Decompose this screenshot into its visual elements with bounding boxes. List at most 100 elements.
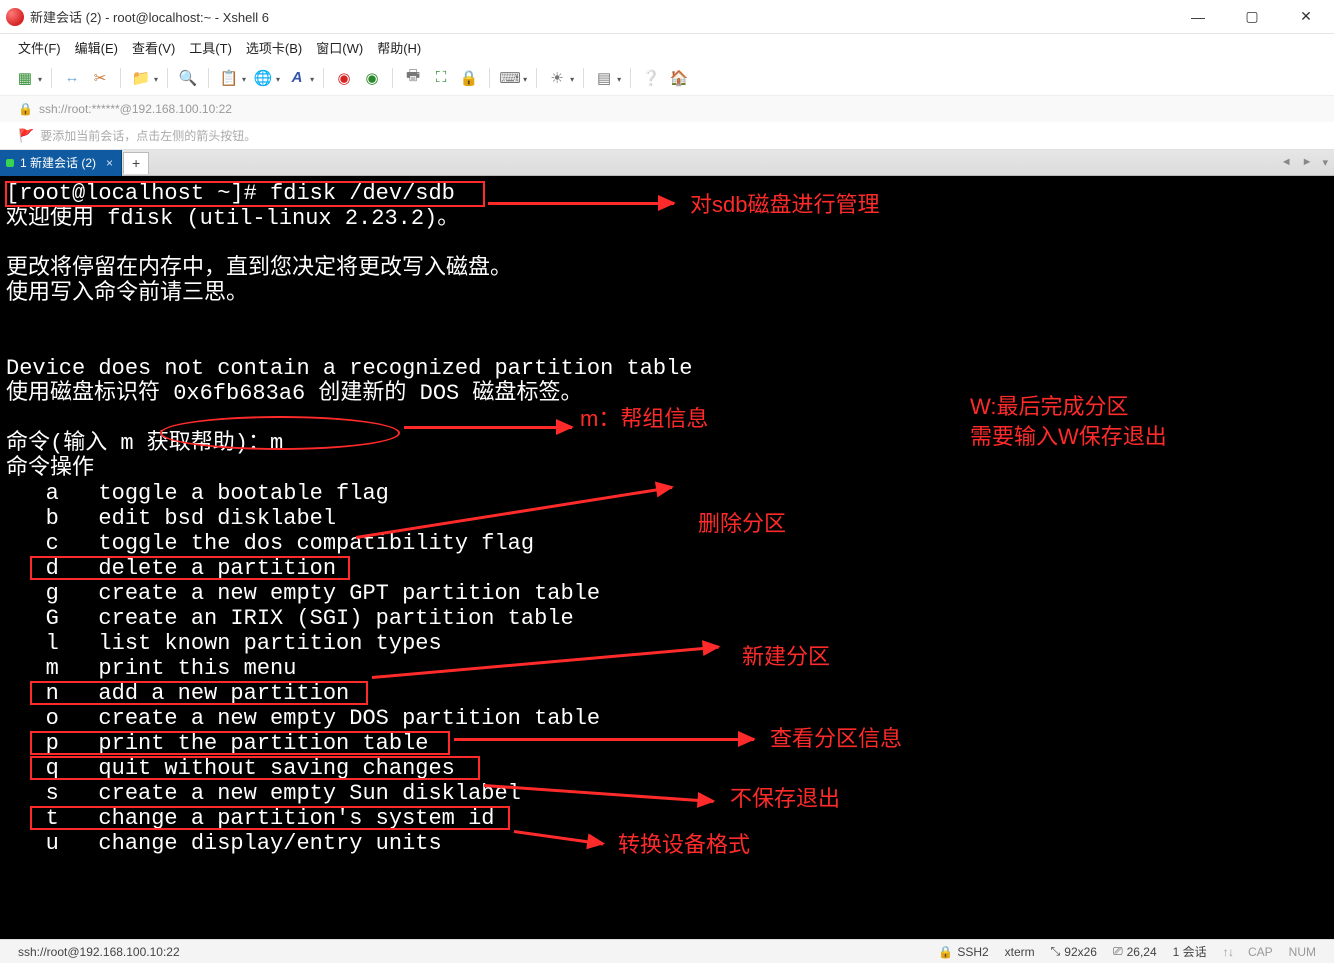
session-tab[interactable]: 1 新建会话 (2) × <box>0 150 122 176</box>
home-icon[interactable]: 🏠 <box>668 67 690 89</box>
resize-icon: ⤡ <box>1051 944 1061 959</box>
app-icon <box>6 8 24 26</box>
tab-close-icon[interactable]: × <box>106 156 113 170</box>
menu-tabs[interactable]: 选项卡(B) <box>246 38 302 57</box>
separator <box>489 68 490 88</box>
status-dot-icon <box>6 159 14 167</box>
separator <box>167 68 168 88</box>
term-line: 命令操作 <box>6 456 94 481</box>
lock-icon[interactable]: 🔒 <box>458 67 480 89</box>
menu-file[interactable]: 文件(F) <box>18 38 61 57</box>
disconnect-icon[interactable]: ✂ <box>89 67 111 89</box>
status-num: NUM <box>1289 945 1316 959</box>
status-sessions: 1 会话 <box>1173 943 1207 960</box>
term-line: o create a new empty DOS partition table <box>6 706 600 731</box>
dropdown-caret-icon[interactable]: ▾ <box>154 75 158 84</box>
highlight-icon[interactable]: ☀ <box>546 67 568 89</box>
term-line: Device does not contain a recognized par… <box>6 356 693 381</box>
separator <box>208 68 209 88</box>
terminal-output: [root@localhost ~]# fdisk /dev/sdb 欢迎使用 … <box>6 181 1328 856</box>
term-line: 使用磁盘标识符 0x6fb683a6 创建新的 DOS 磁盘标签。 <box>6 381 582 406</box>
term-line: c toggle the dos compatibility flag <box>6 531 534 556</box>
dropdown-caret-icon[interactable]: ▾ <box>276 75 280 84</box>
xftp-icon[interactable]: ◉ <box>361 67 383 89</box>
new-session-icon[interactable]: ▦ <box>14 67 36 89</box>
tab-next-icon[interactable]: ► <box>1302 156 1313 169</box>
traffic-icon: ↑ ↓ <box>1223 945 1232 959</box>
hint-bar: 🚩 要添加当前会话，点击左侧的箭头按钮。 <box>0 122 1334 150</box>
statusbar: ssh://root@192.168.100.10:22 🔒 SSH2 xterm… <box>0 939 1334 963</box>
separator <box>323 68 324 88</box>
minimize-button[interactable]: — <box>1180 5 1216 29</box>
search-icon[interactable]: 🔍 <box>177 67 199 89</box>
lock-status-icon: 🔒 <box>938 945 953 959</box>
dropdown-caret-icon[interactable]: ▾ <box>617 75 621 84</box>
dropdown-caret-icon[interactable]: ▾ <box>523 75 527 84</box>
status-size: 92x26 <box>1064 945 1097 959</box>
tab-list-icon[interactable]: ▾ <box>1322 156 1328 169</box>
addressbar: 🔒 ssh://root:******@192.168.100.10:22 <box>0 96 1334 122</box>
toolbar: ▦ ▾ ↔ ✂ 📁 ▾ 🔍 📋 ▾ 🌐 ▾ A ▾ ◉ ◉ 🖶 ⛶ 🔒 ⌨ ▾ … <box>0 60 1334 96</box>
dropdown-caret-icon[interactable]: ▾ <box>310 75 314 84</box>
status-termtype: xterm <box>1005 945 1035 959</box>
hint-text: 要添加当前会话，点击左侧的箭头按钮。 <box>40 127 256 144</box>
fullscreen-icon[interactable]: ⛶ <box>430 67 452 89</box>
window-title: 新建会话 (2) - root@localhost:~ - Xshell 6 <box>30 7 1180 26</box>
lock-small-icon: 🔒 <box>18 102 33 116</box>
dropdown-caret-icon[interactable]: ▾ <box>38 75 42 84</box>
maximize-button[interactable]: ▢ <box>1234 5 1270 29</box>
term-line: l list known partition types <box>6 631 442 656</box>
term-line: g create a new empty GPT partition table <box>6 581 600 606</box>
term-line: G create an IRIX (SGI) partition table <box>6 606 574 631</box>
xagent-icon[interactable]: ◉ <box>333 67 355 89</box>
tab-prev-icon[interactable]: ◄ <box>1281 156 1292 169</box>
layout-icon[interactable]: ▤ <box>593 67 615 89</box>
term-line: [root@localhost ~]# fdisk /dev/sdb <box>6 181 455 206</box>
dropdown-caret-icon[interactable]: ▾ <box>570 75 574 84</box>
term-line: m print this menu <box>6 656 296 681</box>
terminal[interactable]: [root@localhost ~]# fdisk /dev/sdb 欢迎使用 … <box>0 176 1334 939</box>
close-button[interactable]: ✕ <box>1288 5 1324 29</box>
term-line: 欢迎使用 fdisk (util-linux 2.23.2)。 <box>6 206 459 231</box>
menu-tools[interactable]: 工具(T) <box>189 38 232 57</box>
separator <box>392 68 393 88</box>
font-icon[interactable]: A <box>286 67 308 89</box>
menu-view[interactable]: 查看(V) <box>132 38 175 57</box>
cursor-icon: ⎚ <box>1113 944 1123 959</box>
term-line: s create a new empty Sun disklabel <box>6 781 521 806</box>
print-icon[interactable]: 🖶 <box>402 67 424 89</box>
tab-label: 1 新建会话 (2) <box>20 154 96 171</box>
address-text[interactable]: ssh://root:******@192.168.100.10:22 <box>39 102 232 116</box>
term-line: p print the partition table <box>6 731 428 756</box>
menubar: 文件(F) 编辑(E) 查看(V) 工具(T) 选项卡(B) 窗口(W) 帮助(… <box>0 34 1334 60</box>
term-line: 更改将停留在内存中，直到您决定将更改写入磁盘。 <box>6 256 512 281</box>
term-line: q quit without saving changes <box>6 756 455 781</box>
term-line: n add a new partition <box>6 681 349 706</box>
status-address: ssh://root@192.168.100.10:22 <box>18 945 180 959</box>
menu-window[interactable]: 窗口(W) <box>316 38 363 57</box>
add-tab-button[interactable]: + <box>123 152 149 174</box>
separator <box>630 68 631 88</box>
keyboard-icon[interactable]: ⌨ <box>499 67 521 89</box>
copy-paste-icon[interactable]: 📋 <box>218 67 240 89</box>
separator <box>536 68 537 88</box>
status-proto: SSH2 <box>957 945 988 959</box>
dropdown-caret-icon[interactable]: ▾ <box>242 75 246 84</box>
titlebar: 新建会话 (2) - root@localhost:~ - Xshell 6 —… <box>0 0 1334 34</box>
tabbar: 1 新建会话 (2) × + ◄ ► ▾ <box>0 150 1334 176</box>
separator <box>583 68 584 88</box>
reconnect-icon[interactable]: ↔ <box>61 67 83 89</box>
status-pos: 26,24 <box>1127 945 1157 959</box>
term-line: 使用写入命令前请三思。 <box>6 281 248 306</box>
term-line: d delete a partition <box>6 556 336 581</box>
flag-icon: 🚩 <box>18 128 34 144</box>
menu-help[interactable]: 帮助(H) <box>377 38 421 57</box>
term-line: 命令(输入 m 获取帮助)：m <box>6 431 283 456</box>
open-icon[interactable]: 📁 <box>130 67 152 89</box>
menu-edit[interactable]: 编辑(E) <box>75 38 118 57</box>
term-line: t change a partition's system id <box>6 806 494 831</box>
help-icon[interactable]: ❔ <box>640 67 662 89</box>
term-line: b edit bsd disklabel <box>6 506 336 531</box>
term-line: u change display/entry units <box>6 831 442 856</box>
globe-icon[interactable]: 🌐 <box>252 67 274 89</box>
